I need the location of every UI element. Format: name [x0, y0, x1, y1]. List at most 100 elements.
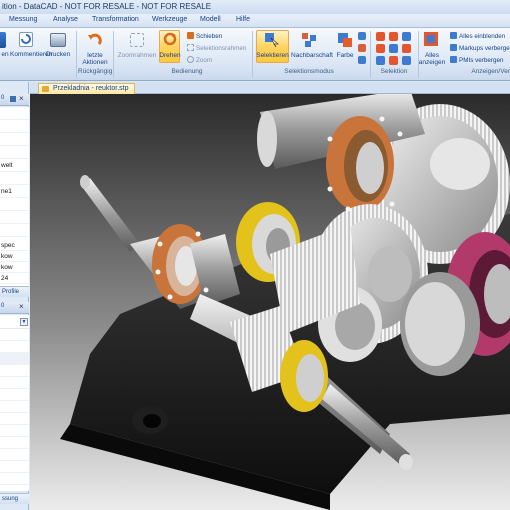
list-item[interactable] — [0, 198, 29, 211]
printer-icon — [50, 33, 66, 47]
list-item[interactable] — [0, 133, 29, 146]
zoomframe-icon — [130, 33, 144, 47]
show-hidden-icon — [450, 32, 457, 39]
cursor-icon — [265, 33, 279, 48]
chevron-down-icon[interactable]: ▼ — [20, 318, 28, 326]
pan-item[interactable]: Schieben — [187, 32, 222, 40]
list-item[interactable]: kow — [0, 251, 29, 262]
document-tab-bar: Przekladnia - reuktor.stp — [30, 82, 510, 94]
lower-panel-header: 0 × — [0, 302, 29, 314]
list-item[interactable] — [0, 341, 29, 353]
menu-transformation[interactable]: Transformation — [92, 16, 139, 23]
pin-icon[interactable] — [10, 96, 16, 102]
list-item[interactable] — [0, 365, 29, 377]
selection-icon-5[interactable] — [389, 44, 398, 53]
list-item[interactable] — [0, 473, 29, 485]
list-item[interactable] — [0, 353, 29, 365]
selection-frame-item[interactable]: Selektionsrahmen — [187, 44, 246, 52]
list-item[interactable]: ne1 — [0, 185, 29, 198]
right-shaft-housing[interactable] — [400, 272, 480, 376]
selection-icon-9[interactable] — [402, 56, 411, 65]
zoomframe-label: Zoomrahmen — [117, 52, 157, 59]
color-label: Farbe — [336, 52, 354, 59]
selection-icon-4[interactable] — [376, 44, 385, 53]
show-all-label-2: anzeigen — [418, 59, 446, 66]
rotate-label: Drehen — [159, 52, 181, 59]
copper-bearing-ring-upper[interactable] — [326, 116, 394, 212]
zoom-label: Zoom — [196, 57, 213, 64]
selection-icon-2[interactable] — [389, 32, 398, 41]
group-label-undo: Rückgängig — [78, 68, 113, 75]
selection-frame-label: Selektionsrahmen — [196, 45, 247, 52]
group-label-display: Anzeigen/Ver — [471, 68, 510, 75]
list-item[interactable] — [0, 449, 29, 461]
hide-pmi-icon — [450, 56, 457, 63]
list-item[interactable] — [0, 377, 29, 389]
document-tab-label: Przekladnia - reuktor.stp — [53, 85, 129, 92]
list-item[interactable] — [0, 146, 29, 159]
group-separator — [113, 31, 114, 78]
list-item[interactable] — [0, 461, 29, 473]
hide-pmi-item[interactable]: PMIs verbergen — [450, 56, 503, 64]
list-item[interactable]: spec — [0, 240, 29, 251]
menu-modell[interactable]: Modell — [200, 16, 221, 23]
menu-werkzeuge[interactable]: Werkzeuge — [152, 16, 187, 23]
list-item[interactable] — [0, 120, 29, 133]
menu-messung[interactable]: Messung — [9, 16, 37, 23]
group-label-edit: Bedienung — [171, 68, 203, 75]
neighborhood-icon — [302, 33, 318, 47]
profile-tab[interactable]: Profile — [0, 286, 29, 297]
upper-panel-header: 0 × — [0, 94, 29, 106]
close-icon[interactable]: × — [19, 94, 24, 103]
paint-icon — [338, 33, 352, 47]
list-item[interactable] — [0, 329, 29, 341]
show-hidden-label: Alles einblenden — [459, 33, 506, 40]
pan-label: Schieben — [196, 33, 223, 40]
open-icon — [0, 32, 6, 48]
hide-markups-item[interactable]: Markups verberge — [450, 44, 510, 52]
menu-hilfe[interactable]: Hilfe — [236, 16, 250, 23]
list-item[interactable] — [0, 401, 29, 413]
open-button[interactable]: en — [0, 51, 10, 58]
left-panel: 0 × welt ne1 spec kow kow 24 Profile 0 ×… — [0, 82, 29, 510]
list-item[interactable]: welt — [0, 159, 29, 172]
3d-viewport[interactable] — [30, 94, 510, 510]
measurement-tab[interactable]: ssung — [0, 493, 29, 504]
select-all-icon[interactable] — [358, 32, 366, 40]
list-item[interactable] — [0, 224, 29, 237]
list-item[interactable] — [0, 437, 29, 449]
list-item[interactable] — [0, 425, 29, 437]
hide-markups-icon — [450, 44, 457, 51]
menu-analyse[interactable]: Analyse — [53, 16, 78, 23]
show-all-icon — [424, 32, 438, 46]
list-item[interactable] — [0, 389, 29, 401]
selection-frame-icon — [187, 44, 194, 51]
select-none-icon[interactable] — [358, 56, 366, 64]
selection-icon-7[interactable] — [376, 56, 385, 65]
selection-icon-3[interactable] — [402, 32, 411, 41]
selection-icon-6[interactable] — [402, 44, 411, 53]
show-hidden-item[interactable]: Alles einblenden — [450, 32, 505, 40]
document-tab[interactable]: Przekladnia - reuktor.stp — [38, 83, 136, 94]
selection-icon-8[interactable] — [389, 56, 398, 65]
selection-icon-1[interactable] — [376, 32, 385, 41]
list-item[interactable]: kow — [0, 262, 29, 273]
rotate-icon — [163, 32, 177, 46]
list-item[interactable] — [0, 107, 29, 120]
yellow-bearing-ring-lower[interactable] — [280, 340, 328, 412]
list-item[interactable] — [0, 211, 29, 224]
group-label-select-mode: Selektionsmodus — [284, 68, 334, 75]
comment-label: Kommentieren — [10, 51, 53, 58]
select-invert-icon[interactable] — [358, 44, 366, 52]
dropdown-row[interactable]: ▼ — [0, 315, 29, 329]
lower-panel-controls: 0 — [1, 303, 5, 309]
upper-panel-list-tail: spec kow kow 24 — [0, 240, 29, 284]
close-icon[interactable]: × — [19, 302, 24, 311]
cad-model-render — [30, 94, 510, 510]
zoom-item[interactable]: Zoom — [187, 56, 212, 64]
list-item[interactable] — [0, 172, 29, 185]
select-label: Selektieren — [256, 52, 289, 59]
title-bar: ition - DataCAD - NOT FOR RESALE - NOT F… — [0, 0, 510, 14]
list-item[interactable] — [0, 413, 29, 425]
list-item[interactable]: 24 — [0, 273, 29, 284]
